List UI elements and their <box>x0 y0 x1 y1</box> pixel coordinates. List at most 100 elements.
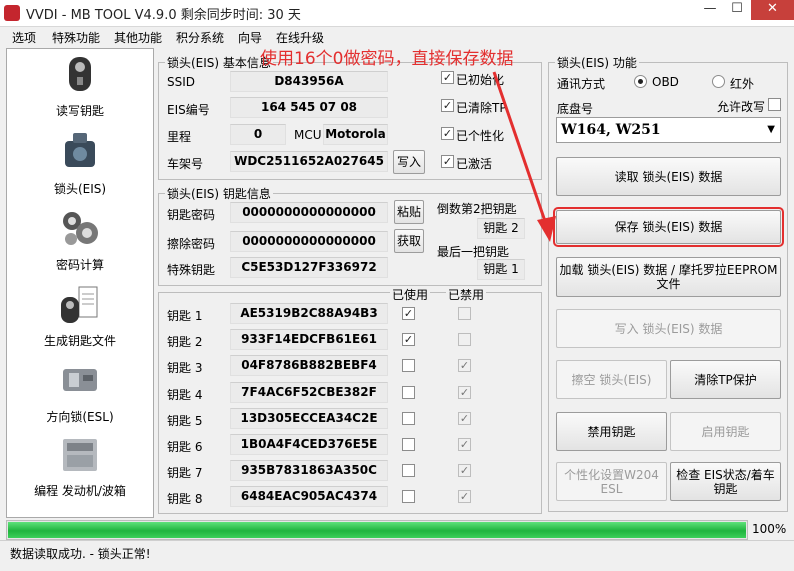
key-used-checkbox[interactable] <box>402 412 415 425</box>
key-disabled-checkbox[interactable]: ✓ <box>458 386 471 399</box>
read-eis-button[interactable]: 读取 锁头(EIS) 数据 <box>556 157 781 196</box>
key-used-checkbox[interactable] <box>402 438 415 451</box>
key-disabled-checkbox[interactable]: ✓ <box>458 359 471 372</box>
key-file-icon <box>61 286 98 323</box>
maximize-button[interactable]: ☐ <box>724 0 750 20</box>
sidebar-item-calc[interactable]: 密码计算 <box>7 209 153 273</box>
key-info-title: 锁头(EIS) 钥匙信息 <box>165 185 273 202</box>
sidebar-item-eis[interactable]: 锁头(EIS) <box>7 133 153 197</box>
sidebar-item-key[interactable]: 读写钥匙 <box>7 55 153 119</box>
key-used-checkbox[interactable] <box>402 359 415 372</box>
minimize-button[interactable]: — <box>697 0 723 20</box>
ssid-label: SSID <box>167 75 196 89</box>
esl-icon <box>63 369 97 391</box>
special-key-field[interactable]: C5E53D127F336972 <box>230 257 388 278</box>
obd-radio[interactable] <box>634 75 647 88</box>
key-row-value[interactable]: 933F14EDCFB61E61 <box>230 329 388 350</box>
mileage-field[interactable]: 0 <box>230 124 286 145</box>
clear-tp-button[interactable]: 清除TP保护 <box>670 360 781 399</box>
enable-key-button[interactable]: 启用钥匙 <box>670 412 781 451</box>
tp-cleared-checkbox[interactable]: ✓ <box>441 99 454 112</box>
chassis-select[interactable]: W164, W251 ▼ <box>556 117 781 143</box>
key-password-label: 钥匙密码 <box>167 208 216 222</box>
sidebar-item-esl[interactable]: 方向锁(ESL) <box>7 361 153 425</box>
chevron-down-icon: ▼ <box>767 124 775 135</box>
comm-label: 通讯方式 <box>557 77 606 91</box>
status-bar: 数据读取成功. - 锁头正常! <box>0 540 794 571</box>
ssid-field[interactable]: D843956A <box>230 71 388 92</box>
erase-password-label: 擦除密码 <box>167 237 216 251</box>
personalized-checkbox[interactable]: ✓ <box>441 127 454 140</box>
write-vin-button[interactable]: 写入 <box>393 150 425 174</box>
key-row-value[interactable]: AE5319B2C88A94B3 <box>230 303 388 324</box>
erase-eis-button[interactable]: 擦空 锁头(EIS) <box>556 360 667 399</box>
key-row-value[interactable]: 13D305ECCEA34C2E <box>230 408 388 429</box>
annotation-text: 使用16个0做密码，直接保存数据 <box>260 49 514 69</box>
key-row-label: 钥匙 1 <box>167 309 203 323</box>
special-key-label: 特殊钥匙 <box>167 263 216 277</box>
key-row-value[interactable]: 6484EAC905AC4374 <box>230 486 388 507</box>
key-password-field[interactable]: 0000000000000000 <box>230 202 388 223</box>
eis-function-title: 锁头(EIS) 功能 <box>555 54 639 71</box>
key-row-value[interactable]: 04F8786B882BEBF4 <box>230 355 388 376</box>
progress-bar <box>6 520 748 540</box>
disabled-column-header: 已禁用 <box>446 286 487 303</box>
activated-label: 已激活 <box>456 157 493 171</box>
key-disabled-checkbox[interactable]: ✓ <box>458 412 471 425</box>
get-button[interactable]: 获取 <box>394 229 424 253</box>
key-disabled-checkbox[interactable]: ✓ <box>458 464 471 477</box>
menu-wizard[interactable]: 向导 <box>238 29 262 46</box>
key-row-label: 钥匙 6 <box>167 440 203 454</box>
app-icon <box>4 5 20 21</box>
sidebar-item-keyfile[interactable]: 生成钥匙文件 <box>7 285 153 349</box>
obd-label: OBD <box>652 75 679 89</box>
key-used-checkbox[interactable]: ✓ <box>402 307 415 320</box>
used-column-header: 已使用 <box>390 286 431 303</box>
key-used-checkbox[interactable] <box>402 490 415 503</box>
write-eis-button[interactable]: 写入 锁头(EIS) 数据 <box>556 309 781 348</box>
personalize-esl-button[interactable]: 个性化设置W204 ESL <box>556 462 667 501</box>
key-disabled-checkbox[interactable] <box>458 333 471 346</box>
eis-number-field[interactable]: 164 545 07 08 <box>230 97 388 118</box>
key-disabled-checkbox[interactable]: ✓ <box>458 438 471 451</box>
initialized-checkbox[interactable]: ✓ <box>441 71 454 84</box>
ir-radio[interactable] <box>712 75 725 88</box>
load-eis-button[interactable]: 加载 锁头(EIS) 数据 / 摩托罗拉EEPROM 文件 <box>556 257 781 297</box>
eis-icon <box>65 133 95 167</box>
vin-field[interactable]: WDC2511652A027645 <box>230 151 388 172</box>
eis-number-label: EIS编号 <box>167 103 210 117</box>
menu-special[interactable]: 特殊功能 <box>52 29 100 46</box>
mileage-label: 里程 <box>167 130 192 144</box>
key-row-label: 钥匙 3 <box>167 361 203 375</box>
save-eis-button[interactable]: 保存 锁头(EIS) 数据 <box>553 207 784 247</box>
key-row-label: 钥匙 7 <box>167 466 203 480</box>
paste-button[interactable]: 粘贴 <box>394 200 424 224</box>
chassis-label: 底盘号 <box>557 102 594 116</box>
key-row-label: 钥匙 8 <box>167 492 203 506</box>
allow-rewrite-checkbox[interactable] <box>768 98 781 111</box>
key-row-value[interactable]: 7F4AC6F52CBE382F <box>230 382 388 403</box>
erase-password-field[interactable]: 0000000000000000 <box>230 231 388 252</box>
key-row-label: 钥匙 2 <box>167 335 203 349</box>
key-used-checkbox[interactable]: ✓ <box>402 333 415 346</box>
annotation-arrow-icon <box>492 71 556 242</box>
ecu-icon <box>63 439 97 471</box>
menu-points[interactable]: 积分系统 <box>176 29 224 46</box>
menu-other[interactable]: 其他功能 <box>114 29 162 46</box>
menu-options[interactable]: 选项 <box>12 29 36 46</box>
key-row-value[interactable]: 935B7831863A350C <box>230 460 388 481</box>
disable-key-button[interactable]: 禁用钥匙 <box>556 412 667 451</box>
check-eis-status-button[interactable]: 检查 EIS状态/着车钥匙 <box>670 462 781 501</box>
last-key-field: 钥匙 1 <box>477 259 525 280</box>
key-disabled-checkbox[interactable] <box>458 307 471 320</box>
mcu-field[interactable]: Motorola <box>323 124 388 145</box>
sidebar: 读写钥匙 锁头(EIS) 密码计算 生成钥匙文件 方向锁(ESL) 编程 发动机… <box>6 48 154 518</box>
key-used-checkbox[interactable] <box>402 464 415 477</box>
key-row-value[interactable]: 1B0A4F4CED376E5E <box>230 434 388 455</box>
key-used-checkbox[interactable] <box>402 386 415 399</box>
key-disabled-checkbox[interactable]: ✓ <box>458 490 471 503</box>
close-button[interactable]: ✕ <box>751 0 794 20</box>
key-row-label: 钥匙 4 <box>167 388 203 402</box>
sidebar-item-ecu[interactable]: 编程 发动机/波箱 <box>7 435 153 499</box>
activated-checkbox[interactable]: ✓ <box>441 155 454 168</box>
